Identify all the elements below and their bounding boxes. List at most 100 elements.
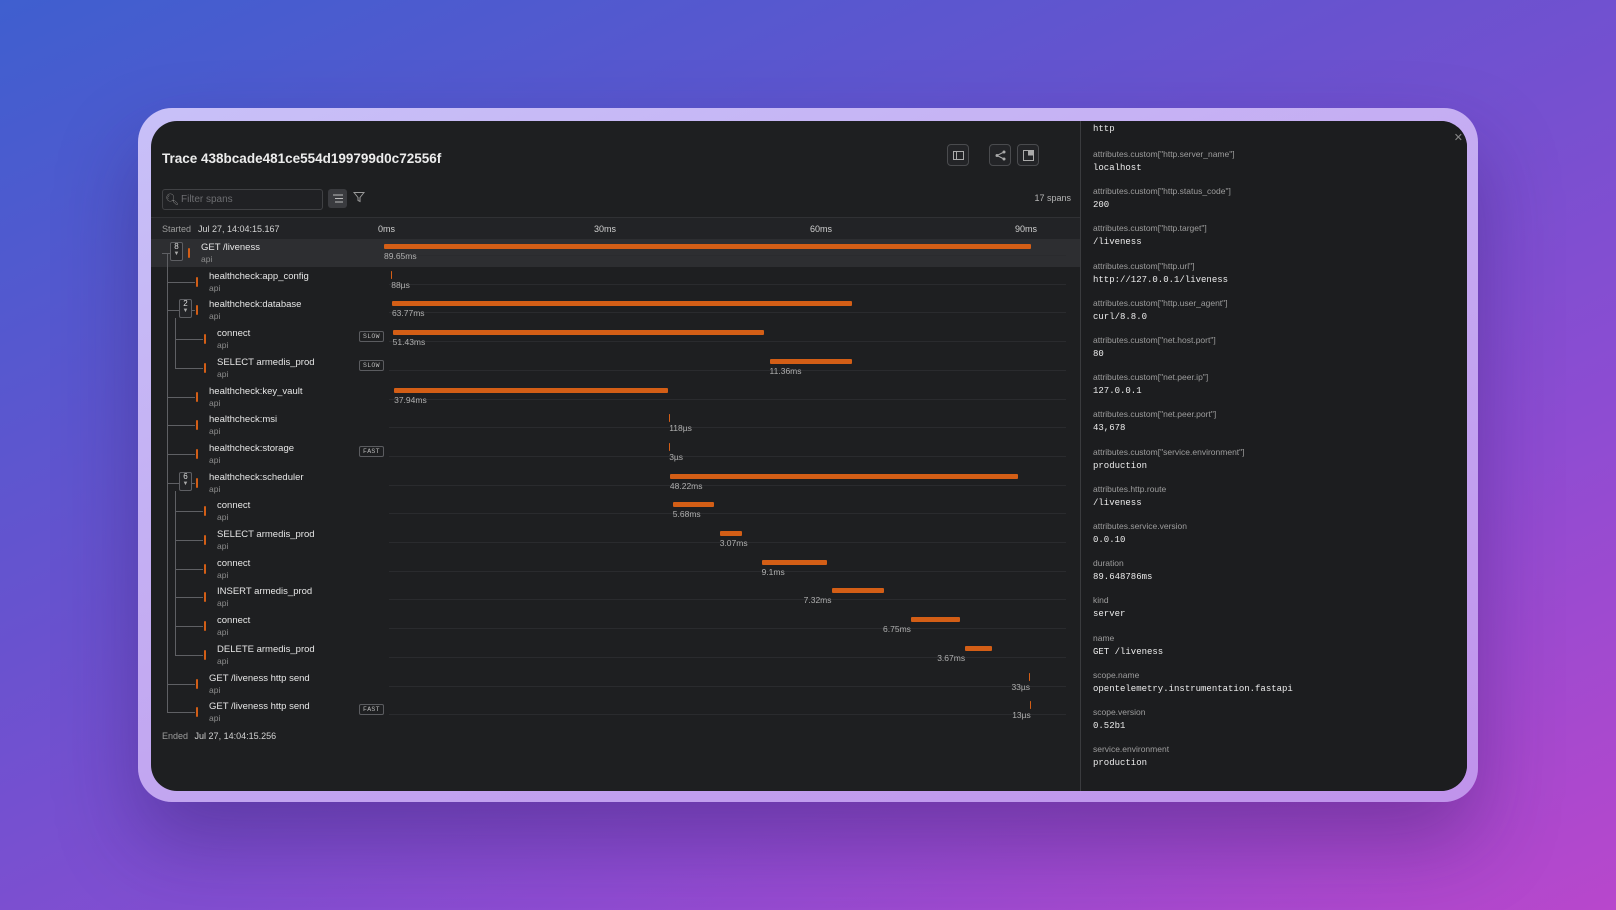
span-service: api <box>217 541 229 551</box>
span-row[interactable]: SELECT armedis_prod api SLOW 11.36ms <box>151 354 1080 382</box>
span-service: api <box>217 598 229 609</box>
span-name: healthcheck:msi <box>209 414 278 426</box>
collapse-toggle[interactable]: 6 ▼ <box>179 471 192 491</box>
span-bar[interactable] <box>394 387 669 393</box>
span-row[interactable]: INSERT armedis_prod api 7.32ms <box>151 583 1080 611</box>
span-name: connect <box>217 500 251 512</box>
attribute-item: attributes.custom["service.environment"]… <box>1093 447 1245 471</box>
span-bar[interactable] <box>1029 672 1031 681</box>
span-row[interactable]: GET /liveness http send api 33µs <box>151 670 1080 698</box>
trace-pane: Trace 438bcade481ce554d199799d0c72556f 🔍… <box>151 121 1080 791</box>
row-gridline <box>389 455 1066 457</box>
span-bar[interactable] <box>672 502 714 508</box>
span-row[interactable]: GET /liveness http send api FAST 13µs <box>151 698 1080 726</box>
expand-button[interactable] <box>1017 144 1039 166</box>
tree-connector <box>167 712 195 714</box>
span-row[interactable]: connect api 9.1ms <box>151 555 1080 583</box>
span-badge: FAST <box>359 704 384 716</box>
span-bar[interactable] <box>769 358 852 364</box>
collapse-toggle[interactable]: 2 ▼ <box>179 299 192 319</box>
attribute-value: 43,678 <box>1093 423 1126 434</box>
toggle-panel-button[interactable] <box>947 144 969 166</box>
span-bar[interactable] <box>911 617 960 623</box>
span-bar[interactable] <box>965 645 992 651</box>
chevron-down-icon: ▼ <box>173 251 180 257</box>
span-row[interactable]: healthcheck:msi api 118µs <box>151 411 1080 439</box>
span-name: healthcheck:scheduler <box>209 471 304 483</box>
span-marker <box>196 477 198 488</box>
span-service: api <box>217 340 229 351</box>
span-row[interactable]: 8 ▼ GET /liveness api 89.65ms <box>151 239 1080 267</box>
tick-0: 0ms <box>378 224 396 234</box>
span-row[interactable]: healthcheck:storage api FAST 3µs <box>151 440 1080 468</box>
span-marker <box>196 276 198 287</box>
span-row[interactable]: SELECT armedis_prod api 3.07ms <box>151 526 1080 554</box>
span-bar[interactable] <box>669 473 1019 479</box>
attribute-key: attributes.custom["http.url"] <box>1093 260 1195 271</box>
tree-connector <box>175 367 203 369</box>
span-row[interactable]: connect api SLOW 51.43ms <box>151 325 1080 353</box>
span-row[interactable]: healthcheck:key_vault api 37.94ms <box>151 383 1080 411</box>
span-name: SELECT armedis_prod <box>217 529 315 540</box>
span-marker <box>196 448 198 459</box>
attribute-item: attributes.custom["http.url"] http://127.… <box>1093 261 1228 285</box>
span-duration: 63.77ms <box>391 308 425 319</box>
filter-spans-field[interactable]: 🔍︎ <box>162 189 323 210</box>
spans-count: 17 spans <box>1034 193 1071 203</box>
span-bar[interactable] <box>384 244 1032 249</box>
row-gridline <box>389 369 1066 371</box>
attribute-key: attributes.custom["service.environment"] <box>1093 446 1245 457</box>
attribute-item: attributes.custom["http.user_agent"] curl… <box>1093 298 1228 322</box>
attribute-value: /liveness <box>1093 497 1142 508</box>
span-row[interactable]: 6 ▼ healthcheck:scheduler api 48.22ms <box>151 469 1080 497</box>
span-row[interactable]: connect api 5.68ms <box>151 497 1080 525</box>
filter-button[interactable] <box>352 190 367 206</box>
row-gridline <box>389 398 1066 400</box>
span-name: healthcheck:key_vault <box>209 385 303 397</box>
attribute-item: name GET /liveness <box>1093 633 1163 657</box>
attribute-value: http://127.0.0.1/liveness <box>1093 274 1229 285</box>
span-name: healthcheck:database <box>209 299 302 311</box>
tree-connector <box>175 511 203 513</box>
tree-connector <box>175 626 203 628</box>
started-value: Jul 27, 14:04:15.167 <box>198 224 280 234</box>
attribute-value: curl/8.8.0 <box>1093 311 1148 322</box>
span-service: api <box>209 282 221 293</box>
span-bar[interactable] <box>391 270 393 279</box>
span-duration: 3.67ms <box>937 652 966 663</box>
tree-connector <box>175 339 203 341</box>
tick-60: 60ms <box>810 224 833 234</box>
tree-connector <box>167 281 195 283</box>
span-bar[interactable] <box>719 531 742 536</box>
tree-connector <box>167 683 195 685</box>
span-bar[interactable] <box>392 330 764 336</box>
row-gridline <box>389 255 1066 256</box>
span-bar[interactable] <box>391 301 853 307</box>
panel-icon <box>952 150 964 160</box>
row-gridline <box>389 628 1066 630</box>
span-bar[interactable] <box>669 442 671 451</box>
tree-line <box>167 253 168 713</box>
attribute-key: scope.name <box>1093 669 1140 680</box>
span-bar[interactable] <box>669 414 671 423</box>
span-bar[interactable] <box>1030 701 1032 710</box>
span-row[interactable]: 2 ▼ healthcheck:database api 63.77ms <box>151 296 1080 324</box>
span-row[interactable]: DELETE armedis_prod api 3.67ms <box>151 641 1080 669</box>
filter-spans-input[interactable] <box>181 194 311 205</box>
span-badge: FAST <box>359 445 384 457</box>
span-row[interactable]: healthcheck:app_config api 88µs <box>151 268 1080 296</box>
started-label: Started <box>162 224 192 234</box>
span-duration: 5.68ms <box>672 509 701 520</box>
span-name: connect <box>217 328 251 340</box>
attribute-key: scope.version <box>1093 707 1146 717</box>
row-gridline <box>389 341 1066 343</box>
span-row[interactable]: connect api 6.75ms <box>151 612 1080 640</box>
span-duration: 6.75ms <box>883 624 911 635</box>
span-bar[interactable] <box>761 559 828 565</box>
span-duration: 51.43ms <box>392 337 426 348</box>
share-button[interactable] <box>989 144 1011 166</box>
close-icon[interactable]: ✕ <box>1454 131 1463 144</box>
collapse-toggle[interactable]: 8 ▼ <box>170 242 183 261</box>
span-bar[interactable] <box>831 588 885 594</box>
list-view-button[interactable] <box>328 189 347 208</box>
